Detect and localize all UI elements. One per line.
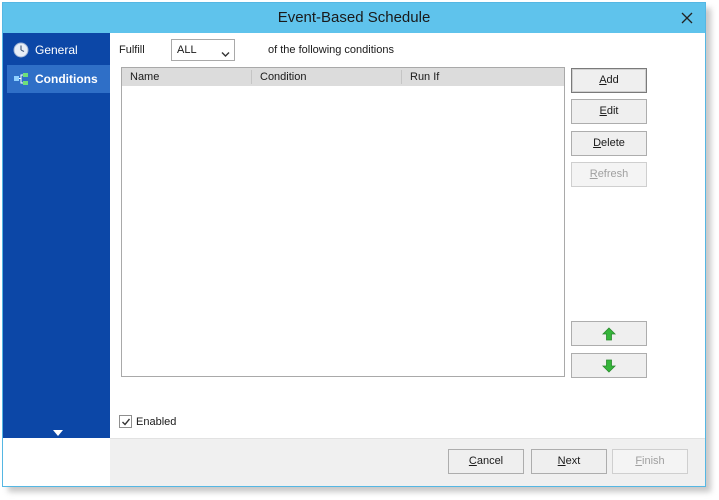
sidebar: General Conditions: [3, 33, 110, 438]
sidebar-item-conditions[interactable]: Conditions: [7, 65, 110, 93]
list-header: Name Condition Run If: [122, 68, 564, 86]
fulfill-value: ALL: [177, 44, 197, 56]
sidebar-item-label: General: [35, 43, 78, 57]
column-header-name[interactable]: Name: [130, 71, 159, 83]
arrow-down-icon: [602, 359, 616, 373]
fulfill-label: Fulfill: [119, 44, 145, 56]
add-button[interactable]: Add: [571, 68, 647, 93]
close-icon[interactable]: [679, 10, 695, 26]
window-title: Event-Based Schedule: [277, 9, 431, 26]
move-up-button[interactable]: [571, 321, 647, 346]
fulfill-select[interactable]: ALL: [171, 39, 235, 61]
finish-button[interactable]: Finish: [612, 449, 688, 474]
next-button[interactable]: Next: [531, 449, 607, 474]
conditions-icon: [13, 71, 29, 87]
clock-icon: [13, 42, 29, 58]
column-header-condition[interactable]: Condition: [260, 71, 306, 83]
delete-button[interactable]: Delete: [571, 131, 647, 156]
footer-bar: Cancel Next Finish: [110, 438, 705, 486]
sidebar-item-label: Conditions: [35, 72, 98, 86]
conditions-list[interactable]: Name Condition Run If: [121, 67, 565, 377]
title-bar: Event-Based Schedule: [3, 3, 705, 33]
checkmark-icon: [122, 418, 131, 426]
edit-button[interactable]: Edit: [571, 99, 647, 124]
refresh-button[interactable]: Refresh: [571, 162, 647, 187]
chevron-down-icon[interactable]: [52, 426, 64, 436]
column-header-run-if[interactable]: Run If: [410, 71, 439, 83]
conditions-panel: Fulfill ALL of the following conditions …: [110, 33, 705, 438]
enabled-checkbox[interactable]: [119, 415, 132, 428]
move-down-button[interactable]: [571, 353, 647, 378]
conditions-suffix-label: of the following conditions: [268, 44, 394, 56]
cancel-button[interactable]: Cancel: [448, 449, 524, 474]
sidebar-item-general[interactable]: General: [7, 36, 110, 64]
enabled-label: Enabled: [136, 416, 177, 428]
arrow-up-icon: [602, 327, 616, 341]
event-schedule-window: Event-Based Schedule General Conditions …: [2, 2, 706, 487]
chevron-down-icon: [221, 47, 230, 57]
